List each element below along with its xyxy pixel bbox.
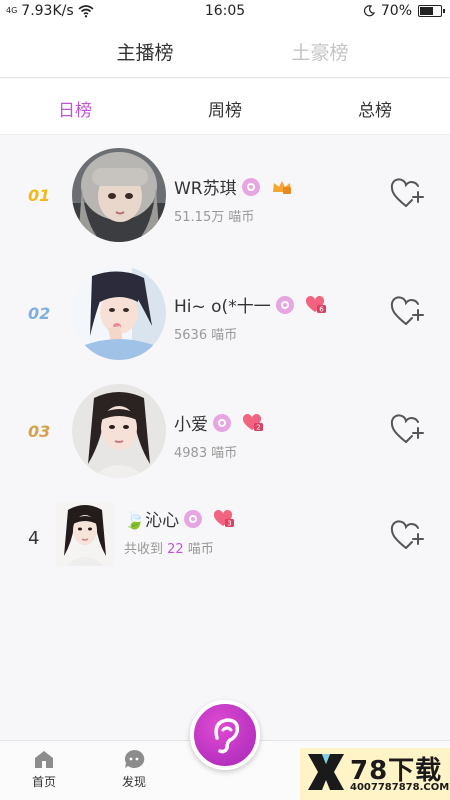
anchor-name: WR苏琪 bbox=[174, 179, 237, 199]
battery-icon bbox=[418, 5, 445, 17]
period-tabs: 日榜 周榜 总榜 bbox=[0, 79, 450, 135]
home-icon bbox=[35, 751, 53, 768]
avatar[interactable] bbox=[72, 384, 166, 478]
coin-count: 共收到 22 喵币 bbox=[124, 538, 214, 557]
status-bar: 4G 7.93K/s 16:05 70% bbox=[0, 0, 450, 24]
watermark-site: 4007787878.COM bbox=[350, 782, 450, 793]
coin-count: 4983 喵币 bbox=[174, 446, 238, 461]
crown-icon bbox=[272, 180, 291, 194]
avatar[interactable] bbox=[72, 148, 166, 242]
list-item[interactable]: 03 小爱 2 4983 喵币 bbox=[0, 372, 450, 490]
leaderboard-type-tabs: 主播榜 土豪榜 bbox=[0, 24, 450, 78]
tab-total[interactable]: 总榜 bbox=[325, 96, 425, 121]
coin-count: 51.15万 喵币 bbox=[174, 210, 255, 225]
rank-number: 01 bbox=[28, 186, 51, 205]
follow-heart-icon[interactable] bbox=[390, 520, 426, 552]
anchor-name: 🍃沁心 bbox=[124, 511, 180, 531]
list-item[interactable]: 02 Hi~ o(*十一 6 5636 喵币 bbox=[0, 254, 450, 372]
verified-icon bbox=[213, 413, 231, 432]
verified-icon bbox=[275, 295, 294, 314]
moon-icon bbox=[363, 5, 375, 17]
battery-percent: 70% bbox=[380, 3, 412, 19]
list-item[interactable]: 4 🍃沁心 3 共收到 22 喵币 bbox=[0, 490, 450, 600]
coin-count: 5636 喵币 bbox=[174, 328, 238, 343]
list-item[interactable]: 01 WR苏琪 51.15万 喵币 bbox=[0, 136, 450, 254]
follow-heart-icon[interactable] bbox=[390, 296, 426, 328]
ear-logo-icon bbox=[214, 718, 240, 754]
level-number: 3 bbox=[227, 519, 231, 527]
verified-icon bbox=[184, 509, 203, 528]
anchor-name: Hi~ o(*十一 bbox=[174, 297, 271, 317]
tab-anchor-ranking[interactable]: 主播榜 bbox=[70, 38, 220, 65]
level-number: 6 bbox=[319, 305, 324, 313]
nav-label: 发现 bbox=[121, 775, 146, 789]
rank-number: 03 bbox=[28, 422, 51, 441]
avatar[interactable] bbox=[72, 266, 166, 360]
level-number: 2 bbox=[256, 423, 260, 431]
heart-level-icon: 2 bbox=[242, 413, 263, 431]
heart-level-icon: 6 bbox=[305, 295, 326, 313]
site-watermark: 78下载 4007787878.COM bbox=[300, 748, 450, 800]
follow-heart-icon[interactable] bbox=[390, 414, 426, 446]
tab-daily[interactable]: 日榜 bbox=[25, 96, 125, 121]
watermark-logo bbox=[308, 754, 344, 790]
verified-icon bbox=[241, 177, 260, 196]
nav-discover[interactable]: 发现 bbox=[104, 749, 164, 790]
nav-home[interactable]: 首页 bbox=[14, 749, 74, 790]
nav-label: 首页 bbox=[31, 775, 56, 789]
coins-suffix: 喵币 bbox=[187, 542, 214, 557]
tab-weekly[interactable]: 周榜 bbox=[175, 96, 275, 121]
follow-heart-icon[interactable] bbox=[390, 178, 426, 210]
go-live-button[interactable] bbox=[190, 700, 260, 770]
chat-bubble-icon bbox=[124, 749, 145, 768]
coins-value: 22 bbox=[167, 542, 184, 557]
avatar[interactable] bbox=[56, 502, 114, 566]
rank-number: 02 bbox=[28, 304, 51, 323]
tab-rich-ranking[interactable]: 土豪榜 bbox=[245, 38, 395, 65]
coins-prefix: 共收到 bbox=[124, 542, 164, 557]
anchor-name: 小爱 bbox=[174, 415, 208, 435]
heart-level-icon: 3 bbox=[214, 509, 235, 527]
